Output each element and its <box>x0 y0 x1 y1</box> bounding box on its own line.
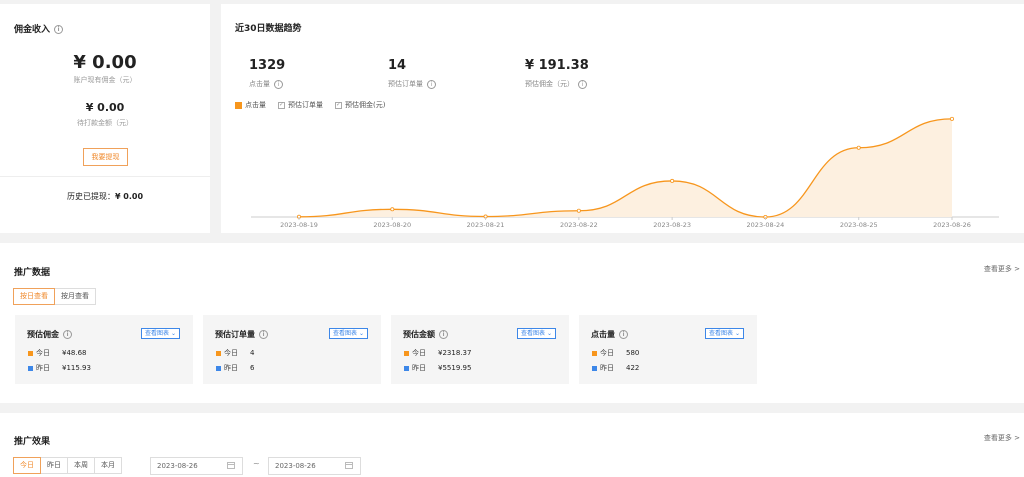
yesterday-legend-icon <box>404 365 409 371</box>
commission-title: 佣金收入 i <box>14 22 64 35</box>
row-yesterday: 昨日 ¥5519.95 <box>404 363 471 373</box>
calendar-icon <box>227 462 235 469</box>
withdraw-button[interactable]: 我要提现 <box>83 148 128 166</box>
row-today: 今日 580 <box>592 348 639 358</box>
view-mode-tabs: 按日查看 按月查看 <box>13 288 96 305</box>
row-today: 今日 ¥2318.37 <box>404 348 471 358</box>
info-icon[interactable]: i <box>439 330 448 339</box>
calendar-icon <box>345 462 353 469</box>
row-today: 今日 ¥48.68 <box>28 348 87 358</box>
promo-data-section: 推广数据 查看更多 > 按日查看 按月查看 预估佣金 i 查看图表 ⌄ 今日 ¥48… <box>0 243 1024 403</box>
date-separator: ~ <box>253 459 260 468</box>
tab-this-week[interactable]: 本周 <box>67 457 95 474</box>
balance-label: 账户现有佣金（元） <box>73 76 137 84</box>
row-yesterday: 昨日 ¥115.93 <box>28 363 91 373</box>
row-yesterday: 昨日 6 <box>216 363 254 373</box>
series-area <box>299 118 952 217</box>
row-today: 今日 4 <box>216 348 254 358</box>
pending-label: 待打款金额（元） <box>77 119 133 127</box>
data-point <box>856 145 861 150</box>
data-point <box>950 116 955 121</box>
trend-card: 近30日数据趋势 1329 点击量 i 14 预估订单量 i ¥ 191.38 预估… <box>221 4 1024 233</box>
promo-effect-section: 推广效果 查看更多 > 今日 昨日 本周 本月 2023-08-26 ~ 202… <box>0 413 1024 477</box>
metric-card-amount: 预估金额 i 查看图表 ⌄ 今日 ¥2318.37 昨日 ¥5519.95 <box>391 315 569 384</box>
commission-card: 佣金收入 i ¥ 0.00 账户现有佣金（元） ¥ 0.00 待打款金额（元） 我… <box>0 4 210 233</box>
divider <box>0 176 210 177</box>
view-chart-button[interactable]: 查看图表 ⌄ <box>141 328 180 339</box>
view-more-link[interactable]: 查看更多 > <box>984 264 1020 274</box>
tab-this-month[interactable]: 本月 <box>94 457 122 474</box>
info-icon[interactable]: i <box>63 330 72 339</box>
x-tick-label: 2023-08-24 <box>747 221 785 229</box>
x-tick-label: 2023-08-23 <box>653 221 691 229</box>
view-chart-button[interactable]: 查看图表 ⌄ <box>517 328 556 339</box>
pending-value: ¥ 0.00 <box>85 101 125 114</box>
date-from-input[interactable]: 2023-08-26 <box>150 457 243 475</box>
data-point <box>670 178 675 183</box>
chevron-down-icon: ⌄ <box>170 330 176 337</box>
x-tick-label: 2023-08-19 <box>280 221 318 229</box>
yesterday-legend-icon <box>28 365 33 371</box>
chevron-down-icon: ⌄ <box>546 330 552 337</box>
range-tabs: 今日 昨日 本周 本月 <box>13 457 122 474</box>
view-chart-button[interactable]: 查看图表 ⌄ <box>705 328 744 339</box>
x-tick-label: 2023-08-26 <box>933 221 971 229</box>
chevron-down-icon: ⌄ <box>734 330 740 337</box>
promo-data-title: 推广数据 <box>14 268 51 278</box>
x-tick-label: 2023-08-20 <box>373 221 411 229</box>
x-tick-label: 2023-08-25 <box>840 221 878 229</box>
today-legend-icon <box>404 350 409 356</box>
metric-card-orders: 预估订单量 i 查看图表 ⌄ 今日 4 昨日 6 <box>203 315 381 384</box>
metric-card-clicks: 点击量 i 查看图表 ⌄ 今日 580 昨日 422 <box>579 315 757 384</box>
promo-effect-title: 推广效果 <box>14 437 51 447</box>
tab-by-month[interactable]: 按月查看 <box>54 288 96 305</box>
trend-chart: 2023-08-19 2023-08-20 2023-08-21 2023-08-22… <box>251 116 999 229</box>
chevron-right-icon: > <box>1014 434 1020 442</box>
chevron-right-icon: > <box>1014 265 1020 273</box>
x-tick-label: 2023-08-21 <box>467 221 505 229</box>
balance-value: ¥ 0.00 <box>73 52 137 73</box>
view-chart-button[interactable]: 查看图表 ⌄ <box>329 328 368 339</box>
tab-by-day[interactable]: 按日查看 <box>13 288 55 305</box>
today-legend-icon <box>592 350 597 356</box>
yesterday-legend-icon <box>592 365 597 371</box>
tab-yesterday[interactable]: 昨日 <box>40 457 68 474</box>
chevron-down-icon: ⌄ <box>358 330 364 337</box>
info-icon[interactable]: i <box>619 330 628 339</box>
today-legend-icon <box>28 350 33 356</box>
data-point <box>390 207 395 212</box>
row-yesterday: 昨日 422 <box>592 363 639 373</box>
tab-today[interactable]: 今日 <box>13 457 41 474</box>
view-more-link[interactable]: 查看更多 > <box>984 433 1020 443</box>
today-legend-icon <box>216 350 221 356</box>
info-icon[interactable]: i <box>259 330 268 339</box>
metric-card-commission: 预估佣金 i 查看图表 ⌄ 今日 ¥48.68 昨日 ¥115.93 <box>15 315 193 384</box>
x-tick-label: 2023-08-22 <box>560 221 598 229</box>
history-withdrawn: 历史已提现：¥ 0.00 <box>66 192 144 201</box>
info-icon[interactable]: i <box>54 25 64 34</box>
data-point <box>576 208 581 213</box>
date-to-input[interactable]: 2023-08-26 <box>268 457 361 475</box>
yesterday-legend-icon <box>216 365 221 371</box>
